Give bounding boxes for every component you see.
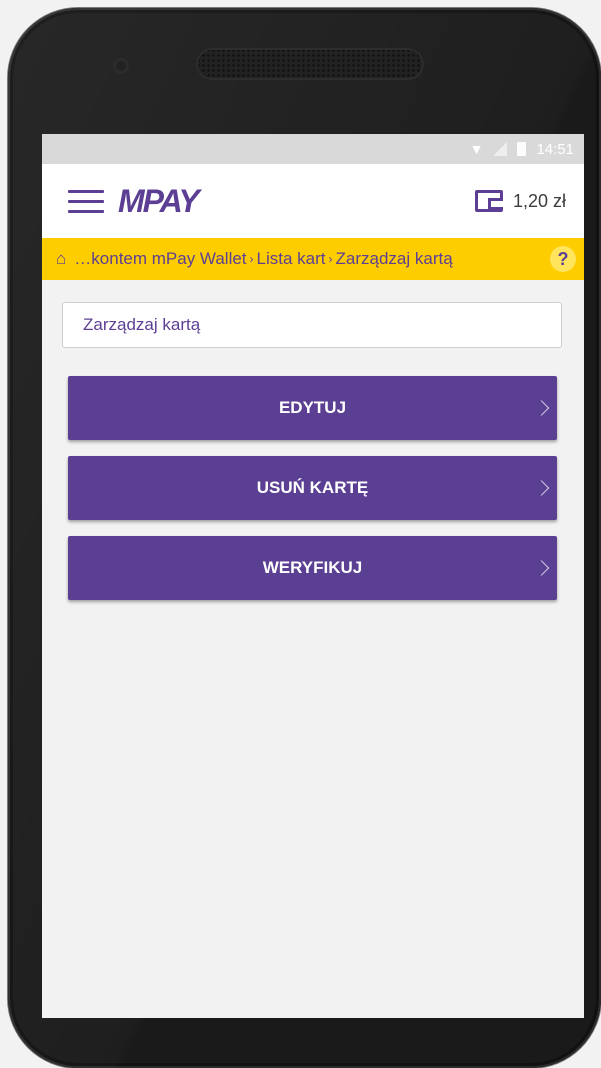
delete-card-button[interactable]: USUŃ KARTĘ [68, 456, 557, 520]
page-title: Zarządzaj kartą [62, 302, 562, 348]
chevron-right-icon [533, 480, 550, 496]
app-bar: MPAY 1,20 zł [42, 164, 584, 238]
edit-button-label: EDYTUJ [278, 398, 347, 417]
phone-frame: ▼ 14:51 MPAY 1,20 zł ⌂ …kontem mPay Wall… [8, 8, 601, 1068]
breadcrumb-item-wallet[interactable]: …kontem mPay Wallet [74, 249, 246, 269]
wallet-balance[interactable]: 1,20 zł [474, 190, 566, 212]
breadcrumb-separator: › [249, 252, 254, 266]
verify-button[interactable]: WERYFIKUJ [68, 536, 557, 600]
mpay-logo[interactable]: MPAY [118, 183, 200, 220]
menu-icon[interactable] [68, 190, 104, 213]
breadcrumb-item-manage-card: Zarządzaj kartą [335, 249, 453, 268]
home-icon[interactable]: ⌂ [56, 249, 66, 269]
main-content: Zarządzaj kartą EDYTUJ USUŃ KARTĘ WERYFI… [42, 280, 584, 600]
page-title-text: Zarządzaj kartą [83, 315, 201, 334]
verify-button-label: WERYFIKUJ [262, 558, 363, 577]
chevron-right-icon [533, 560, 550, 576]
status-bar: ▼ 14:51 [42, 134, 584, 164]
battery-icon [517, 142, 527, 156]
status-time: 14:51 [536, 140, 574, 158]
app-bar-left: MPAY [68, 183, 200, 220]
breadcrumb-separator: › [328, 252, 333, 266]
front-camera [113, 58, 129, 74]
wallet-icon [474, 190, 503, 212]
signal-icon [493, 142, 508, 156]
breadcrumb-item-card-list[interactable]: Lista kart [257, 249, 326, 269]
wifi-icon: ▼ [469, 141, 484, 157]
chevron-right-icon [533, 400, 550, 416]
balance-amount: 1,20 zł [512, 190, 566, 211]
delete-card-button-label: USUŃ KARTĘ [256, 478, 369, 497]
earpiece-speaker [196, 48, 424, 80]
help-button[interactable]: ? [550, 246, 576, 272]
edit-button[interactable]: EDYTUJ [68, 376, 557, 440]
screen: ▼ 14:51 MPAY 1,20 zł ⌂ …kontem mPay Wall… [42, 134, 584, 1018]
breadcrumb: ⌂ …kontem mPay Wallet › Lista kart › Zar… [42, 238, 584, 280]
